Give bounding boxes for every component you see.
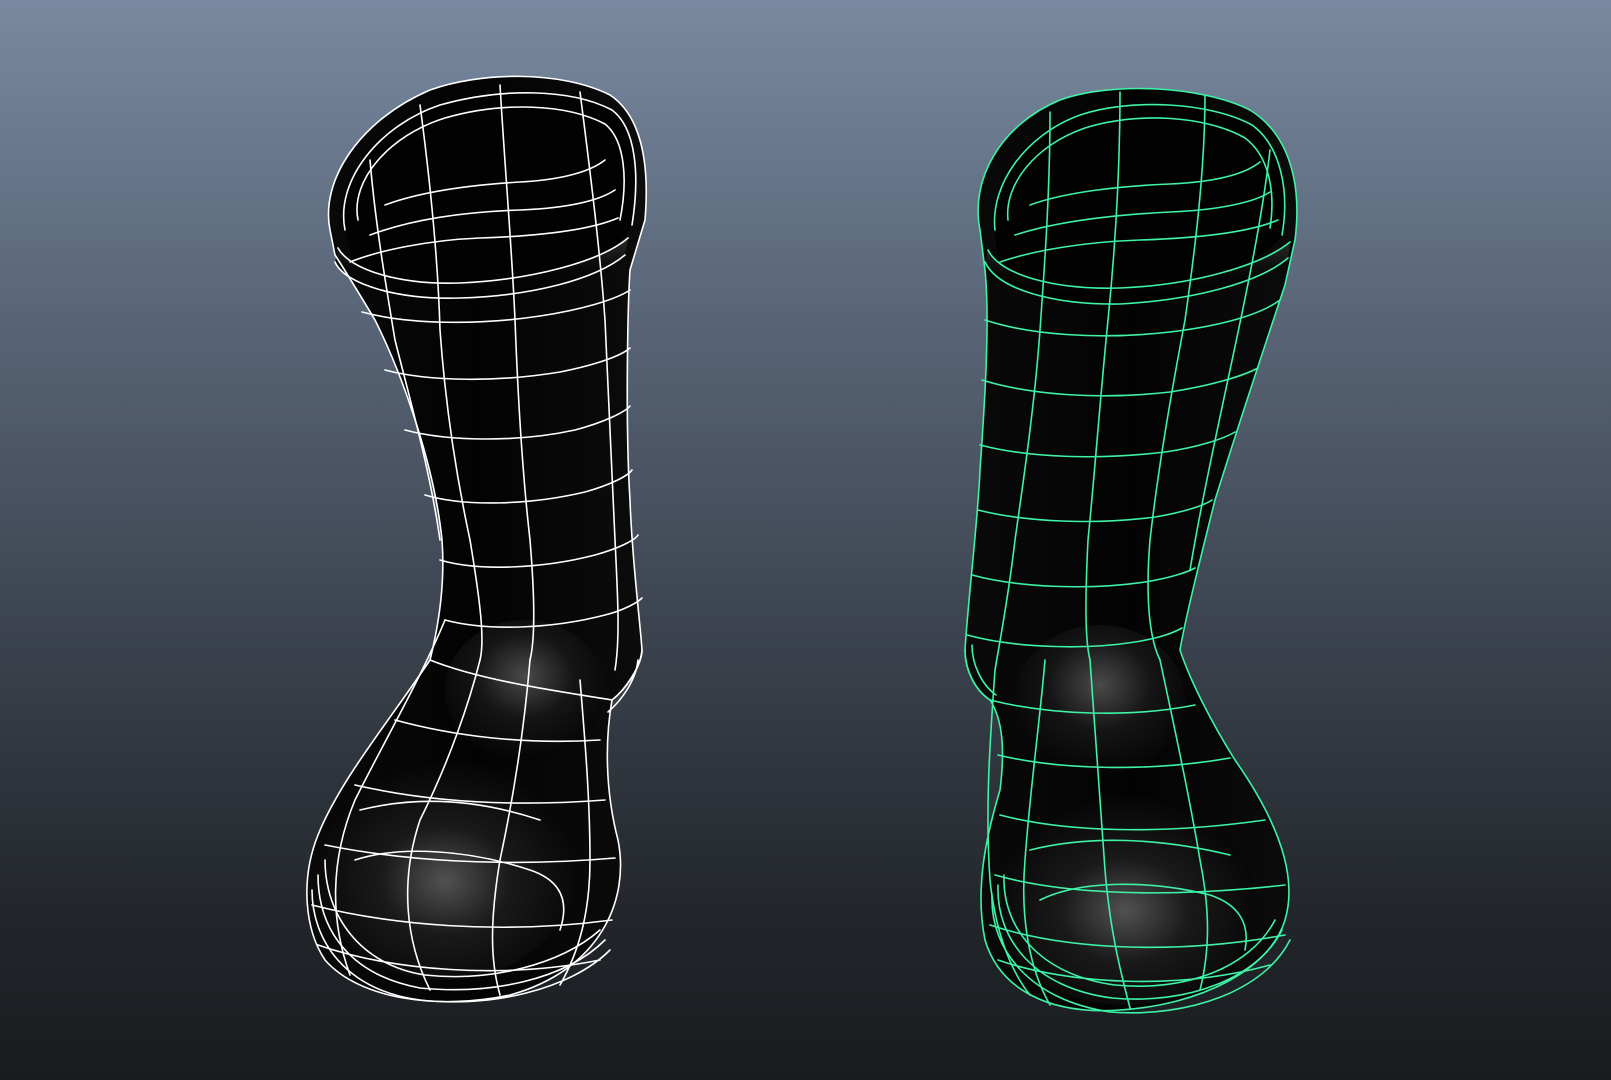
- boot-right[interactable]: [964, 87, 1298, 1014]
- 3d-viewport[interactable]: [0, 0, 1611, 1080]
- viewport-scene[interactable]: [0, 0, 1611, 1080]
- boot-left[interactable]: [306, 75, 648, 1003]
- boot-right-surface: [965, 88, 1297, 1011]
